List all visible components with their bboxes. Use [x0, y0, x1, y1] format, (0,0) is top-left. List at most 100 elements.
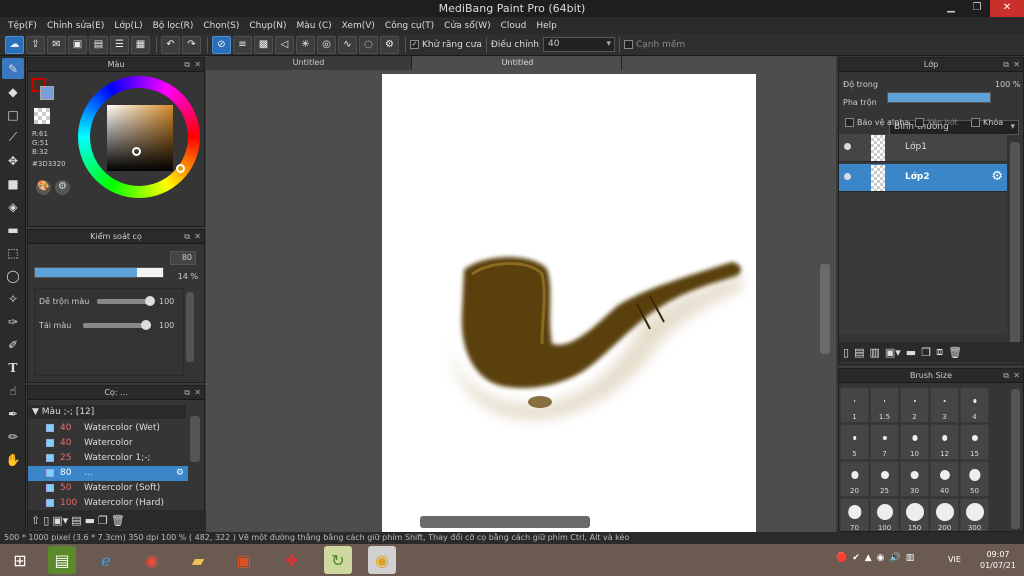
- curve-snap-icon[interactable]: ∿: [338, 35, 357, 54]
- brush-size-cell[interactable]: 5: [840, 424, 869, 460]
- menu-filter[interactable]: Bộ lọc(R): [148, 21, 199, 31]
- brush-size-slider[interactable]: [34, 267, 164, 278]
- gradient-tool-icon[interactable]: ▬: [2, 219, 24, 240]
- transparent-color-swatch[interactable]: [34, 108, 50, 124]
- brush-size-scrollbar[interactable]: [1011, 389, 1020, 529]
- clip-toggle[interactable]: Xén bớt: [915, 118, 958, 127]
- palette-settings-icon[interactable]: ⚙: [55, 180, 70, 195]
- app-stack-icon[interactable]: ▤: [48, 546, 76, 574]
- antialias-toggle[interactable]: ✓ Khử răng cưa: [410, 40, 482, 50]
- minimize-button[interactable]: ▁: [938, 0, 964, 17]
- brush-size-cell[interactable]: 15: [960, 424, 989, 460]
- brush-size-cell[interactable]: 200: [930, 498, 959, 531]
- brush-item[interactable]: 40 Watercolor: [28, 436, 188, 451]
- brush-size-cell[interactable]: 12: [930, 424, 959, 460]
- brush-size-cell[interactable]: 1.5: [870, 387, 899, 423]
- rect-tool-icon[interactable]: □: [2, 104, 24, 125]
- delete-layer-icon[interactable]: 🗑: [948, 346, 962, 359]
- eyedropper-icon[interactable]: ✒: [2, 403, 24, 424]
- new-1bit-layer-icon[interactable]: ▥: [869, 346, 879, 359]
- app-icon[interactable]: ✚: [278, 546, 306, 574]
- vanish-snap-icon[interactable]: ◁: [275, 35, 294, 54]
- line-tool-icon[interactable]: ⟋: [2, 127, 24, 148]
- fill-rect-tool-icon[interactable]: ■: [2, 173, 24, 194]
- brush-size-cell[interactable]: 150: [900, 498, 929, 531]
- merge-layer-icon[interactable]: ⧈: [936, 345, 943, 359]
- brush-item[interactable]: 50 Watercolor (Soft): [28, 481, 188, 496]
- layer-row-selected[interactable]: Lớp2 ⚙: [839, 164, 1007, 192]
- brush-item[interactable]: 40 Watercolor (Wet): [28, 421, 188, 436]
- redo-icon[interactable]: ↷: [182, 35, 201, 54]
- move-tool-icon[interactable]: ✥: [2, 150, 24, 171]
- menu-snap[interactable]: Chụp(N): [244, 21, 291, 31]
- brush-size-cell[interactable]: 7: [870, 424, 899, 460]
- language-indicator[interactable]: VIE: [948, 555, 961, 564]
- duplicate-icon[interactable]: ❐: [98, 514, 108, 527]
- detach-icon[interactable]: ⧉: [184, 386, 190, 400]
- brush-size-cell[interactable]: 50: [960, 461, 989, 497]
- detach-icon[interactable]: ⧉: [1003, 369, 1009, 383]
- new-layer-icon[interactable]: ▯: [843, 346, 849, 359]
- detach-icon[interactable]: ⧉: [184, 58, 190, 72]
- brush-size-cell[interactable]: 2: [900, 387, 929, 423]
- close-icon[interactable]: ✕: [194, 386, 201, 400]
- brush-item[interactable]: 100 Watercolor (Hard): [28, 496, 188, 507]
- new-brush-icon[interactable]: ▯: [43, 514, 49, 527]
- chrome-icon[interactable]: ◉: [138, 546, 166, 574]
- blend-slider-thumb[interactable]: [145, 296, 155, 306]
- tab-untitled-2[interactable]: Untitled: [414, 56, 622, 70]
- detach-icon[interactable]: ⧉: [1003, 58, 1009, 72]
- hue-wheel[interactable]: [78, 76, 200, 198]
- eye-icon[interactable]: [844, 173, 851, 180]
- lasso-tool-icon[interactable]: ◯: [2, 265, 24, 286]
- brush-size-cell[interactable]: 20: [840, 461, 869, 497]
- menu-edit[interactable]: Chỉnh sửa(E): [42, 21, 109, 31]
- add-layer-dropdown-icon[interactable]: ▣▾: [885, 346, 901, 359]
- select-tool-icon[interactable]: ⬚: [2, 242, 24, 263]
- palette-icon[interactable]: 🎨: [36, 180, 51, 195]
- eraser-tool-icon[interactable]: ◆: [2, 81, 24, 102]
- antialias-checkbox[interactable]: ✓: [410, 40, 419, 49]
- pen-icon[interactable]: ✏: [2, 426, 24, 447]
- close-icon[interactable]: ✕: [1013, 369, 1020, 383]
- windows-start-icon[interactable]: ⊞: [6, 546, 34, 574]
- brush-tool-icon[interactable]: ✎: [2, 58, 24, 79]
- select-pen-icon[interactable]: ✑: [2, 311, 24, 332]
- upload-brush-icon[interactable]: ⇧: [31, 514, 40, 527]
- close-button[interactable]: ✕: [990, 0, 1024, 17]
- brush-item[interactable]: 25 Watercolor 1;-;: [28, 451, 188, 466]
- layer-row[interactable]: Lớp1: [839, 134, 1007, 162]
- hue-cursor[interactable]: [176, 164, 185, 173]
- comment-icon[interactable]: ✉: [47, 35, 66, 54]
- collapse-triangle-icon[interactable]: ▼: [32, 407, 39, 417]
- close-icon[interactable]: ✕: [194, 58, 201, 72]
- duplicate-layer-icon[interactable]: ❐: [921, 346, 931, 359]
- system-tray-icons[interactable]: 🛑✔▲◉🔊▥: [836, 553, 919, 563]
- brush-size-cell[interactable]: 25: [870, 461, 899, 497]
- new-halftone-layer-icon[interactable]: ▤: [854, 346, 864, 359]
- adjust-dropdown[interactable]: 40: [542, 37, 615, 52]
- brush-size-cell[interactable]: 10: [900, 424, 929, 460]
- clock[interactable]: 09:07 01/07/21: [980, 549, 1016, 571]
- brush-size-cell[interactable]: 3: [930, 387, 959, 423]
- close-icon[interactable]: ✕: [194, 230, 201, 244]
- page-icon[interactable]: ▤: [89, 35, 108, 54]
- lock-toggle[interactable]: Khóa: [971, 118, 1003, 127]
- add-brush-icon[interactable]: ▣▾: [52, 514, 68, 527]
- settings-gear-icon[interactable]: ⚙: [380, 35, 399, 54]
- brush-list-scrollbar[interactable]: [190, 416, 200, 462]
- active-app-icon[interactable]: ◉: [368, 546, 396, 574]
- close-icon[interactable]: ✕: [1013, 58, 1020, 72]
- brush-size-cell[interactable]: 300: [960, 498, 989, 531]
- select-eraser-icon[interactable]: ✐: [2, 334, 24, 355]
- ellipse-snap-icon[interactable]: ◌: [359, 35, 378, 54]
- grid-icon[interactable]: ▦: [131, 35, 150, 54]
- text-tool-icon[interactable]: T: [2, 357, 24, 378]
- soft-edge-toggle[interactable]: Cạnh mềm: [623, 40, 685, 50]
- amount-slider-thumb[interactable]: [141, 320, 151, 330]
- brush-item-selected[interactable]: 80... ⚙: [28, 466, 188, 481]
- canvas-horizontal-scrollbar[interactable]: [420, 516, 590, 528]
- medibang-taskbar-icon[interactable]: ↻: [324, 546, 352, 574]
- menu-window[interactable]: Cửa sổ(W): [439, 21, 495, 31]
- share-icon[interactable]: ⇪: [26, 35, 45, 54]
